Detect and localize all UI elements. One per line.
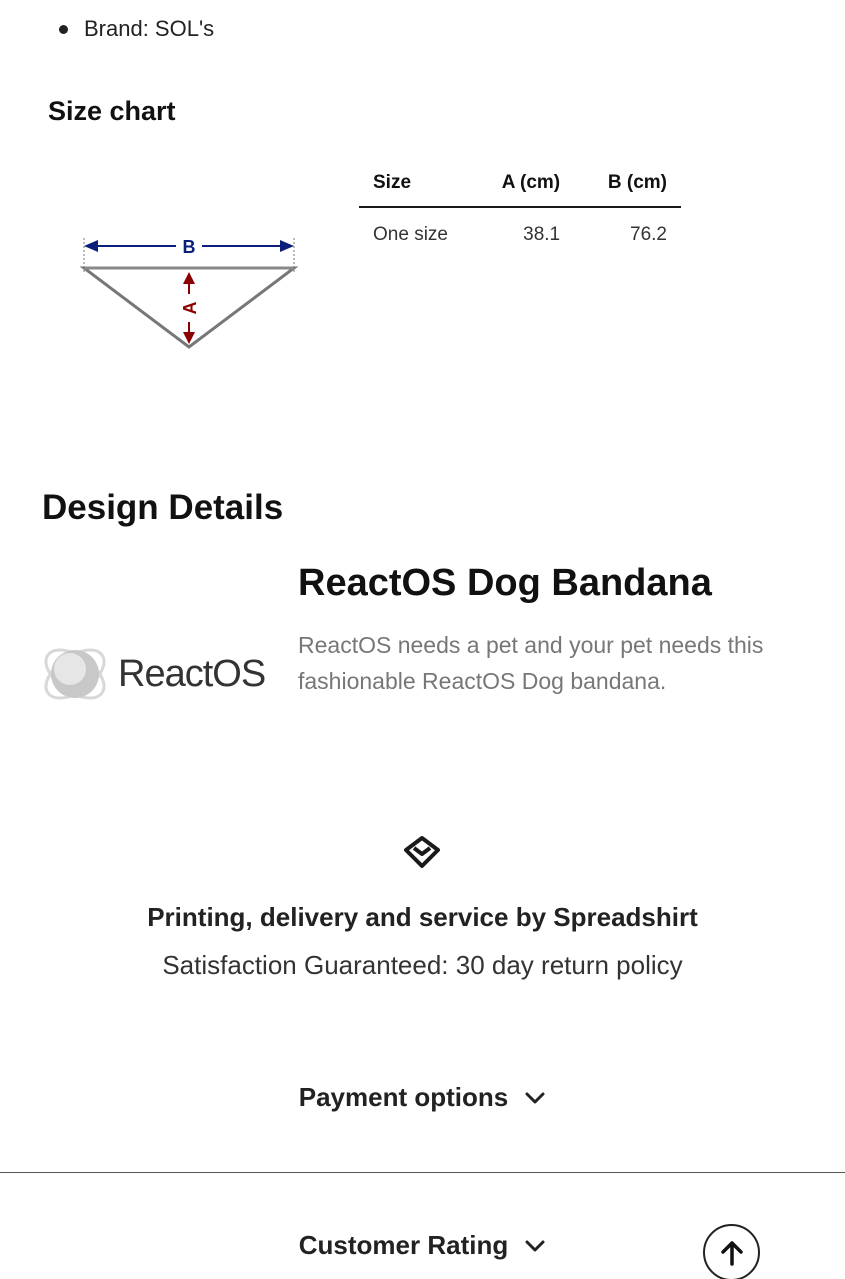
size-chart-title: Size chart bbox=[48, 96, 176, 126]
payment-options-label: Payment options bbox=[298, 1082, 509, 1112]
chevron-down-icon bbox=[525, 1240, 545, 1251]
column-header-b: B (cm) bbox=[574, 166, 681, 208]
design-name: ReactOS Dog Bandana bbox=[298, 562, 712, 604]
design-details-heading: Design Details bbox=[42, 488, 284, 527]
service-subtitle: Satisfaction Guaranteed: 30 day return p… bbox=[162, 950, 683, 980]
brand-text: Brand: SOL's bbox=[84, 16, 215, 41]
logo-text: ReactOS bbox=[118, 652, 266, 695]
bullet-icon bbox=[59, 24, 68, 34]
design-description: ReactOS needs a pet and your pet needs t… bbox=[298, 632, 764, 694]
diamond-heart-icon bbox=[404, 836, 440, 868]
reactos-logo-icon bbox=[44, 648, 106, 700]
cell-size: One size bbox=[373, 224, 448, 245]
divider bbox=[0, 1172, 845, 1173]
scroll-to-top-button[interactable] bbox=[703, 1224, 760, 1279]
customer-rating-label: Customer Rating bbox=[298, 1230, 509, 1260]
cell-a: 38.1 bbox=[523, 224, 561, 245]
product-info-list: Brand: SOL's bbox=[55, 16, 214, 42]
list-item: Brand: SOL's bbox=[55, 16, 214, 42]
payment-options-accordion[interactable]: Payment options bbox=[0, 1082, 845, 1113]
arrow-up-icon bbox=[720, 1240, 743, 1266]
design-logo: ReactOS bbox=[40, 638, 266, 710]
size-table: Size A (cm) B (cm) One size 38.1 76.2 bbox=[359, 166, 681, 246]
diagram-label-b: B bbox=[183, 237, 196, 257]
column-header-a: A (cm) bbox=[468, 166, 575, 208]
table-header-row: Size A (cm) B (cm) bbox=[359, 166, 681, 208]
cell-b: 76.2 bbox=[630, 224, 667, 245]
table-row: One size 38.1 76.2 bbox=[359, 207, 681, 246]
chevron-down-icon bbox=[525, 1092, 545, 1103]
bandana-size-diagram: B A bbox=[79, 237, 299, 349]
column-header-size: Size bbox=[359, 166, 469, 208]
service-title: Printing, delivery and service by Spread… bbox=[147, 902, 698, 932]
diagram-label-a: A bbox=[180, 302, 200, 315]
